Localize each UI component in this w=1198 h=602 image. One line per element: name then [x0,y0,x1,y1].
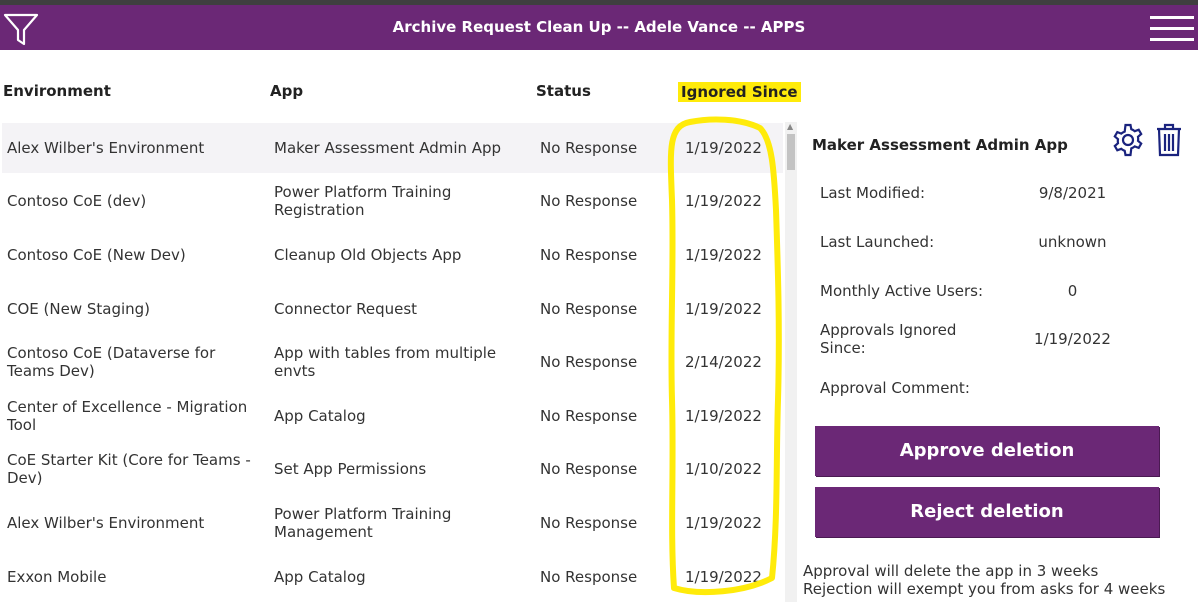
table-scrollbar[interactable]: ▲ [785,122,797,602]
row-status: No Response [540,300,638,318]
reject-deletion-button[interactable]: Reject deletion [815,487,1159,537]
row-ignored-since: 2/14/2022 [685,353,762,371]
row-ignored-since: 1/19/2022 [685,300,762,318]
row-status: No Response [540,514,638,532]
requests-table: Alex Wilber's Environment Maker Assessme… [0,122,785,602]
row-status: No Response [540,246,638,264]
row-ignored-since: 1/19/2022 [685,514,762,532]
row-status: No Response [540,139,638,157]
row-ignored-since: 1/19/2022 [685,139,762,157]
monthly-active-users-value: 0 [1067,282,1078,300]
table-row[interactable]: Contoso CoE (Dataverse for Teams Dev) Ap… [2,336,783,388]
row-status: No Response [540,460,638,478]
row-environment: CoE Starter Kit (Core for Teams - Dev) [7,451,251,487]
row-ignored-since: 1/19/2022 [685,407,762,425]
row-status: No Response [540,192,638,210]
row-app: App with tables from multiple envts [274,344,497,380]
row-ignored-since: 1/19/2022 [685,568,762,586]
table-row[interactable]: Alex Wilber's Environment Maker Assessme… [2,123,783,173]
row-environment: Contoso CoE (New Dev) [7,246,186,264]
table-row[interactable]: Center of Excellence - Migration Tool Ap… [2,390,783,442]
page-title: Archive Request Clean Up -- Adele Vance … [392,18,806,36]
column-header-environment[interactable]: Environment [3,82,111,100]
last-modified-value: 9/8/2021 [1038,184,1107,202]
column-header-ignored-since[interactable]: Ignored Since [678,82,801,102]
gear-icon[interactable] [1110,122,1146,158]
last-launched-label: Last Launched: [820,233,935,251]
monthly-active-users-label: Monthly Active Users: [820,282,984,300]
row-ignored-since: 1/19/2022 [685,192,762,210]
hamburger-menu-button[interactable] [1150,16,1194,44]
table-row[interactable]: COE (New Staging) Connector Request No R… [2,283,783,335]
column-header-app[interactable]: App [270,82,303,100]
hamburger-line [1150,27,1194,30]
row-environment: Alex Wilber's Environment [7,139,205,157]
hamburger-menu-icon [1150,16,1194,19]
table-row[interactable]: Alex Wilber's Environment Power Platform… [2,497,783,549]
row-environment: Contoso CoE (Dataverse for Teams Dev) [7,344,216,380]
table-row[interactable]: Exxon Mobile App Catalog No Response 1/1… [2,551,783,602]
row-app: Power Platform Training Management [274,505,452,541]
scroll-up-arrow-icon[interactable]: ▲ [787,122,793,132]
row-status: No Response [540,407,638,425]
row-app: App Catalog [274,407,366,425]
row-app: Maker Assessment Admin App [274,139,502,157]
last-modified-label: Last Modified: [820,184,926,202]
approve-deletion-button[interactable]: Approve deletion [815,426,1159,476]
table-row[interactable]: Contoso CoE (New Dev) Cleanup Old Object… [2,229,783,281]
reject-note: Rejection will exempt you from asks for … [803,580,1166,598]
row-app: Connector Request [274,300,418,318]
row-environment: Center of Excellence - Migration Tool [7,398,248,434]
row-app: Cleanup Old Objects App [274,246,462,264]
row-environment: Exxon Mobile [7,568,107,586]
row-ignored-since: 1/10/2022 [685,460,762,478]
approvals-ignored-label: Approvals Ignored Since: [820,321,957,357]
row-status: No Response [540,568,638,586]
row-app: App Catalog [274,568,366,586]
row-app: Set App Permissions [274,460,427,478]
row-environment: Contoso CoE (dev) [7,192,147,210]
hamburger-line [1150,38,1194,41]
table-row[interactable]: CoE Starter Kit (Core for Teams - Dev) S… [2,443,783,495]
scrollbar-thumb[interactable] [787,134,795,170]
trash-icon[interactable] [1155,123,1183,157]
row-status: No Response [540,353,638,371]
table-row[interactable]: Contoso CoE (dev) Power Platform Trainin… [2,175,783,227]
row-app: Power Platform Training Registration [274,183,452,219]
column-header-status[interactable]: Status [536,82,591,100]
approvals-ignored-value: 1/19/2022 [1034,330,1111,348]
row-environment: COE (New Staging) [7,300,151,318]
row-environment: Alex Wilber's Environment [7,514,205,532]
row-ignored-since: 1/19/2022 [685,246,762,264]
detail-app-name: Maker Assessment Admin App [812,136,1068,154]
approval-comment-label: Approval Comment: [820,379,970,397]
last-launched-value: unknown [1038,233,1107,251]
app-header: Archive Request Clean Up -- Adele Vance … [0,5,1198,50]
approve-note: Approval will delete the app in 3 weeks [803,562,1099,580]
